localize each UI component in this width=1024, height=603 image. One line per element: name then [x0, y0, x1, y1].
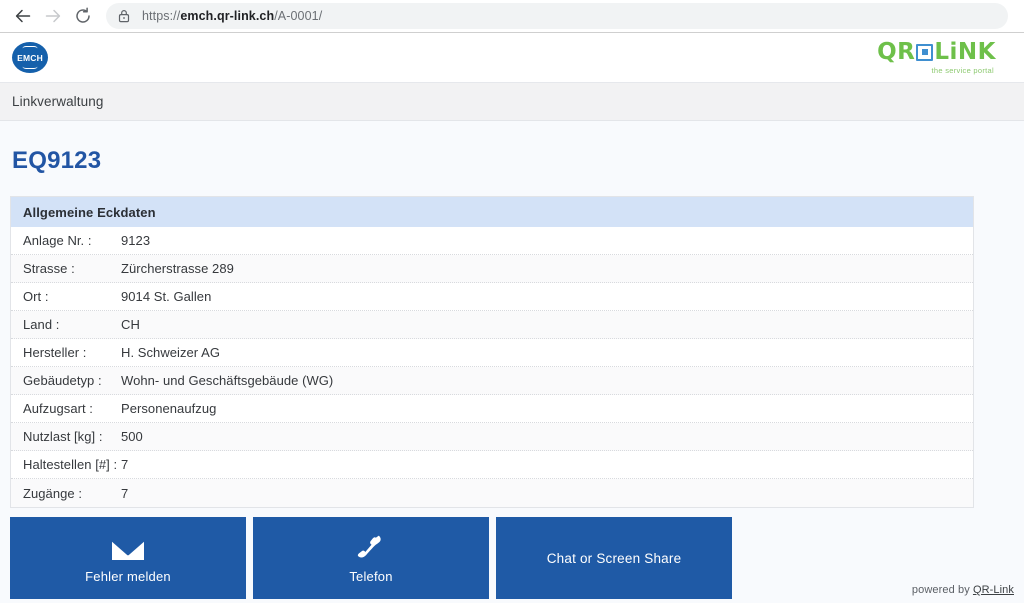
- card-header: Allgemeine Eckdaten: [11, 197, 973, 227]
- row-value: Zürcherstrasse 289: [121, 261, 234, 276]
- qr-code-square-icon: [916, 43, 934, 61]
- row-value: 9014 St. Gallen: [121, 289, 212, 304]
- url-path: /A-0001/: [274, 9, 323, 23]
- general-data-card: Allgemeine Eckdaten Anlage Nr. : 9123 St…: [10, 196, 974, 508]
- forward-button[interactable]: [38, 1, 68, 31]
- row-value: H. Schweizer AG: [121, 345, 221, 360]
- footer-prefix: powered by: [911, 584, 973, 596]
- address-bar[interactable]: https://emch.qr-link.ch/A-0001/: [106, 3, 1008, 29]
- nav-bar: Linkverwaltung: [0, 83, 1024, 121]
- row-label: Anlage Nr. :: [23, 233, 92, 248]
- row-label: Nutzlast [kg] :: [23, 429, 103, 444]
- nav-item-linkverwaltung[interactable]: Linkverwaltung: [12, 94, 103, 109]
- browser-toolbar: https://emch.qr-link.ch/A-0001/: [0, 0, 1024, 33]
- row-value: 7: [121, 485, 129, 501]
- reload-icon: [74, 7, 92, 25]
- url-scheme: https://: [142, 9, 181, 23]
- table-row: Gebäudetyp : Wohn- und Geschäftsgebäude …: [11, 367, 973, 395]
- emch-logo-arc-top: [22, 46, 38, 51]
- row-label: Haltestellen [#] :: [23, 457, 118, 472]
- qr-link-logo[interactable]: QR LiNK the service portal: [877, 38, 996, 75]
- action-label: Fehler melden: [85, 568, 171, 584]
- chat-screen-share-button[interactable]: Chat or Screen Share: [496, 517, 732, 599]
- footer: powered by QR-Link: [912, 584, 1014, 596]
- emch-logo-arc-bottom: [22, 64, 38, 69]
- action-label: Chat or Screen Share: [546, 550, 682, 566]
- telephone-button[interactable]: Telefon: [253, 517, 489, 599]
- table-row: Nutzlast [kg] : 500: [11, 423, 973, 451]
- table-row: Land : CH: [11, 311, 973, 339]
- arrow-left-icon: [14, 7, 32, 25]
- row-value: Personenaufzug: [121, 401, 217, 416]
- row-label: Hersteller :: [23, 345, 87, 360]
- page-body: EMCH QR LiNK the service portal Linkverw…: [0, 33, 1024, 603]
- qr-link-text-left: QR: [877, 38, 916, 65]
- row-label: Gebäudetyp :: [23, 373, 102, 388]
- report-error-button[interactable]: Fehler melden: [10, 517, 246, 599]
- row-value: 500: [121, 429, 143, 444]
- site-header: EMCH QR LiNK the service portal: [0, 33, 1024, 83]
- table-row: Aufzugsart : Personenaufzug: [11, 395, 973, 423]
- row-value: CH: [121, 317, 140, 332]
- qr-link-wordmark: QR LiNK: [877, 38, 996, 65]
- emch-logo[interactable]: EMCH: [12, 42, 48, 73]
- lock-icon[interactable]: [116, 8, 132, 24]
- row-label: Aufzugsart :: [23, 401, 93, 416]
- reload-button[interactable]: [68, 1, 98, 31]
- table-row: Hersteller : H. Schweizer AG: [11, 339, 973, 367]
- row-label: Ort :: [23, 289, 49, 304]
- qr-link-footer-link[interactable]: QR-Link: [973, 584, 1014, 596]
- envelope-icon: [106, 533, 150, 563]
- main-content: EQ9123 Allgemeine Eckdaten Anlage Nr. : …: [0, 121, 1024, 603]
- url-domain: emch.qr-link.ch: [180, 9, 275, 23]
- phone-icon: [354, 533, 388, 563]
- row-value: 7: [121, 457, 129, 472]
- arrow-right-icon: [44, 7, 62, 25]
- qr-code-square-dot: [921, 49, 928, 56]
- row-label: Strasse :: [23, 261, 75, 276]
- action-label: Telefon: [349, 568, 393, 584]
- row-label: Land :: [23, 317, 60, 332]
- table-row: Strasse : Zürcherstrasse 289: [11, 255, 973, 283]
- url-text: https://emch.qr-link.ch/A-0001/: [142, 9, 322, 23]
- qr-link-text-right: LiNK: [934, 38, 996, 65]
- qr-link-tagline: the service portal: [931, 65, 994, 75]
- page-title: EQ9123: [12, 147, 102, 174]
- table-row: Ort : 9014 St. Gallen: [11, 283, 973, 311]
- back-button[interactable]: [8, 1, 38, 31]
- table-row: Haltestellen [#] : 7: [11, 451, 973, 479]
- table-row: Anlage Nr. : 9123: [11, 227, 973, 255]
- row-value: Wohn- und Geschäftsgebäude (WG): [121, 373, 334, 388]
- row-value: 9123: [121, 233, 151, 248]
- emch-logo-wordmark: EMCH: [17, 52, 43, 63]
- row-label: Zugänge :: [23, 485, 82, 501]
- action-button-row: Fehler melden Telefon Chat or Screen Sha…: [10, 517, 1014, 599]
- table-row: Zugänge : 7: [11, 479, 973, 507]
